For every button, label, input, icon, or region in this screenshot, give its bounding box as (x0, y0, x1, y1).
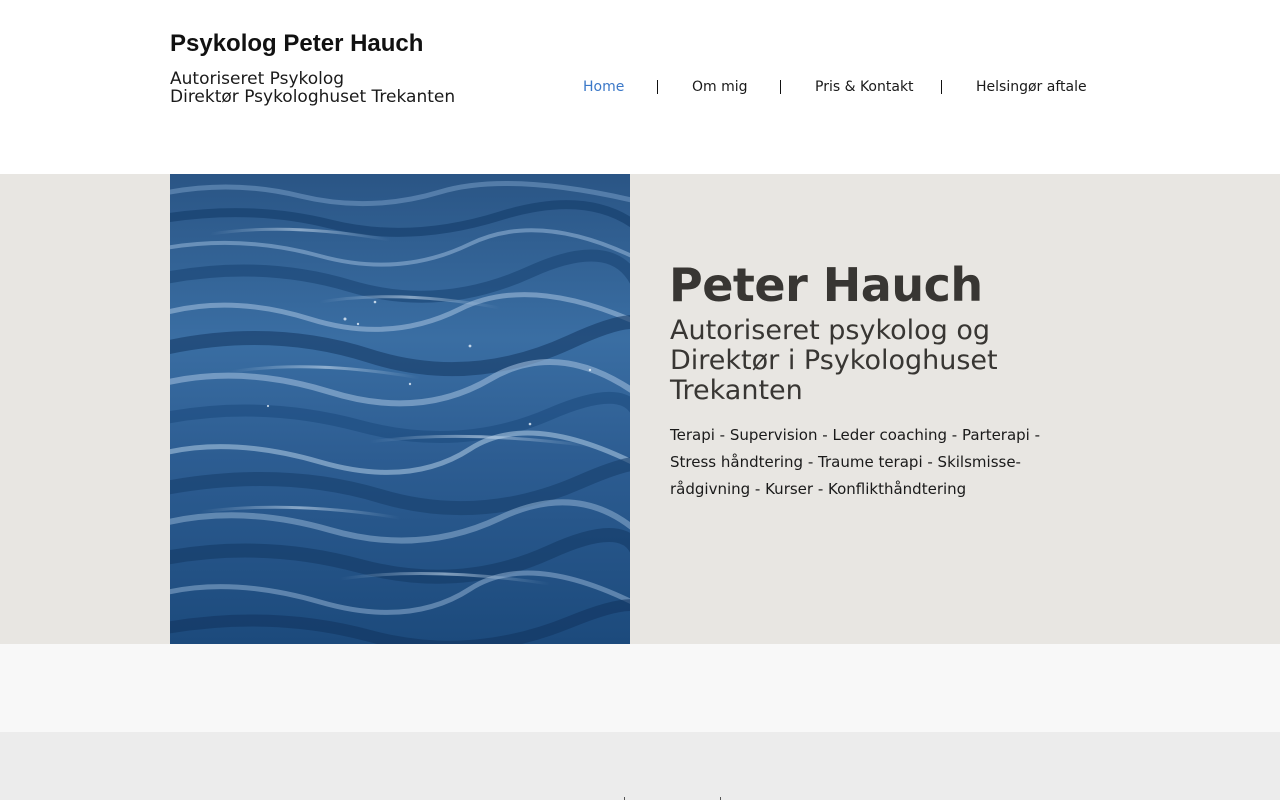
ocean-water-image (170, 174, 630, 644)
nav-separator (780, 80, 781, 94)
main-nav: Home Om mig Pris & Kontakt Helsingør aft… (0, 79, 1280, 99)
site-title[interactable]: Psykolog Peter Hauch (170, 30, 423, 58)
hero-name: Peter Hauch (669, 258, 983, 312)
hero-section: Peter Hauch Autoriseret psykolog og Dire… (0, 174, 1280, 644)
nav-item-helsingor-aftale[interactable]: Helsingør aftale (976, 79, 1087, 95)
hero-services: Terapi - Supervision - Leder coaching - … (670, 426, 1041, 498)
nav-item-om-mig[interactable]: Om mig (692, 79, 748, 95)
nav-separator (657, 80, 658, 94)
site-header: Psykolog Peter Hauch Autoriseret Psykolo… (0, 0, 1280, 174)
nav-separator (941, 80, 942, 94)
nav-item-pris-kontakt[interactable]: Pris & Kontakt (815, 79, 914, 95)
hero-subtitle: Autoriseret psykolog og Direktør i Psyko… (670, 315, 998, 406)
footer (0, 732, 1280, 800)
spacer-band (0, 644, 1280, 732)
nav-item-home[interactable]: Home (583, 79, 624, 95)
